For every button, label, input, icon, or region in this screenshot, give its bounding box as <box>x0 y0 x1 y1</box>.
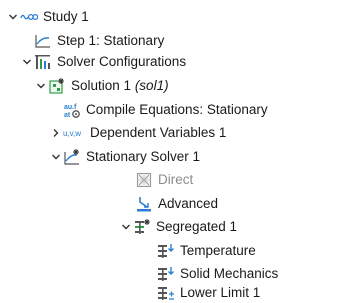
chevron-down-icon[interactable] <box>34 76 48 96</box>
tree-node-label: Stationary Solver 1 <box>86 149 201 164</box>
tree-node-label: Study 1 <box>43 9 89 24</box>
tree-node-lower-limit[interactable]: Lower Limit 1 <box>157 283 260 303</box>
study-icon <box>20 8 38 26</box>
solution-name: Solution 1 <box>71 78 132 93</box>
stationary-solver-icon <box>63 148 81 166</box>
tree-node-compile-equations[interactable]: au .f at Compile Equations: Stationary <box>63 100 268 120</box>
compile-equations-icon: au .f at <box>63 101 81 119</box>
segregated-step-icon <box>157 242 175 260</box>
tree-node-label: Step 1: Stationary <box>57 33 165 48</box>
tree-node-label: Direct <box>158 172 194 187</box>
dependent-variables-icon-text: u,v,w <box>63 129 81 138</box>
chevron-down-icon[interactable] <box>119 217 133 237</box>
tree-node-label: Lower Limit 1 <box>180 285 261 300</box>
tree-node-solution-1[interactable]: Solution 1 (sol1) <box>34 76 169 96</box>
tree-node-label: Compile Equations: Stationary <box>86 102 268 117</box>
svg-text:.f: .f <box>72 104 77 111</box>
tree-node-study-1[interactable]: Study 1 <box>6 7 89 27</box>
dependent-variables-icon: u,v,w <box>63 124 85 142</box>
tree-node-label: Dependent Variables 1 <box>90 125 227 140</box>
chevron-down-icon[interactable] <box>6 7 20 27</box>
direct-solver-icon <box>135 171 153 189</box>
chevron-down-icon[interactable] <box>20 52 34 72</box>
tree-node-dependent-variables[interactable]: u,v,w Dependent Variables 1 <box>49 123 226 143</box>
tree-node-label: Solution 1 (sol1) <box>71 76 169 96</box>
solver-configurations-icon <box>34 53 52 71</box>
tree-node-temperature[interactable]: Temperature <box>157 241 256 261</box>
tree-node-segregated[interactable]: Segregated 1 <box>119 217 237 237</box>
model-tree: Study 1 Step 1: Stationary Solver Config… <box>0 0 344 302</box>
tree-node-label: Advanced <box>158 196 219 211</box>
segregated-icon <box>133 218 151 236</box>
tree-node-solid-mechanics[interactable]: Solid Mechanics <box>157 264 278 284</box>
tree-node-stationary-solver[interactable]: Stationary Solver 1 <box>49 147 200 167</box>
lower-limit-icon <box>157 284 175 302</box>
advanced-icon <box>135 195 153 213</box>
chevron-down-icon[interactable] <box>49 147 63 167</box>
tree-node-label: Temperature <box>180 243 256 258</box>
tree-node-solver-configurations[interactable]: Solver Configurations <box>20 52 186 72</box>
tree-node-step-1[interactable]: Step 1: Stationary <box>34 31 164 51</box>
solution-tag: (sol1) <box>134 78 169 93</box>
stationary-step-icon <box>34 32 52 50</box>
tree-node-label: Solver Configurations <box>57 54 187 69</box>
tree-node-direct[interactable]: Direct <box>135 170 193 190</box>
tree-node-label: Solid Mechanics <box>180 266 279 281</box>
segregated-step-icon <box>157 265 175 283</box>
tree-node-label: Segregated 1 <box>156 219 238 234</box>
solution-icon <box>48 77 66 95</box>
chevron-right-icon[interactable] <box>49 123 63 143</box>
tree-node-advanced[interactable]: Advanced <box>135 194 218 214</box>
svg-text:at: at <box>64 112 71 119</box>
svg-text:au: au <box>64 104 72 111</box>
